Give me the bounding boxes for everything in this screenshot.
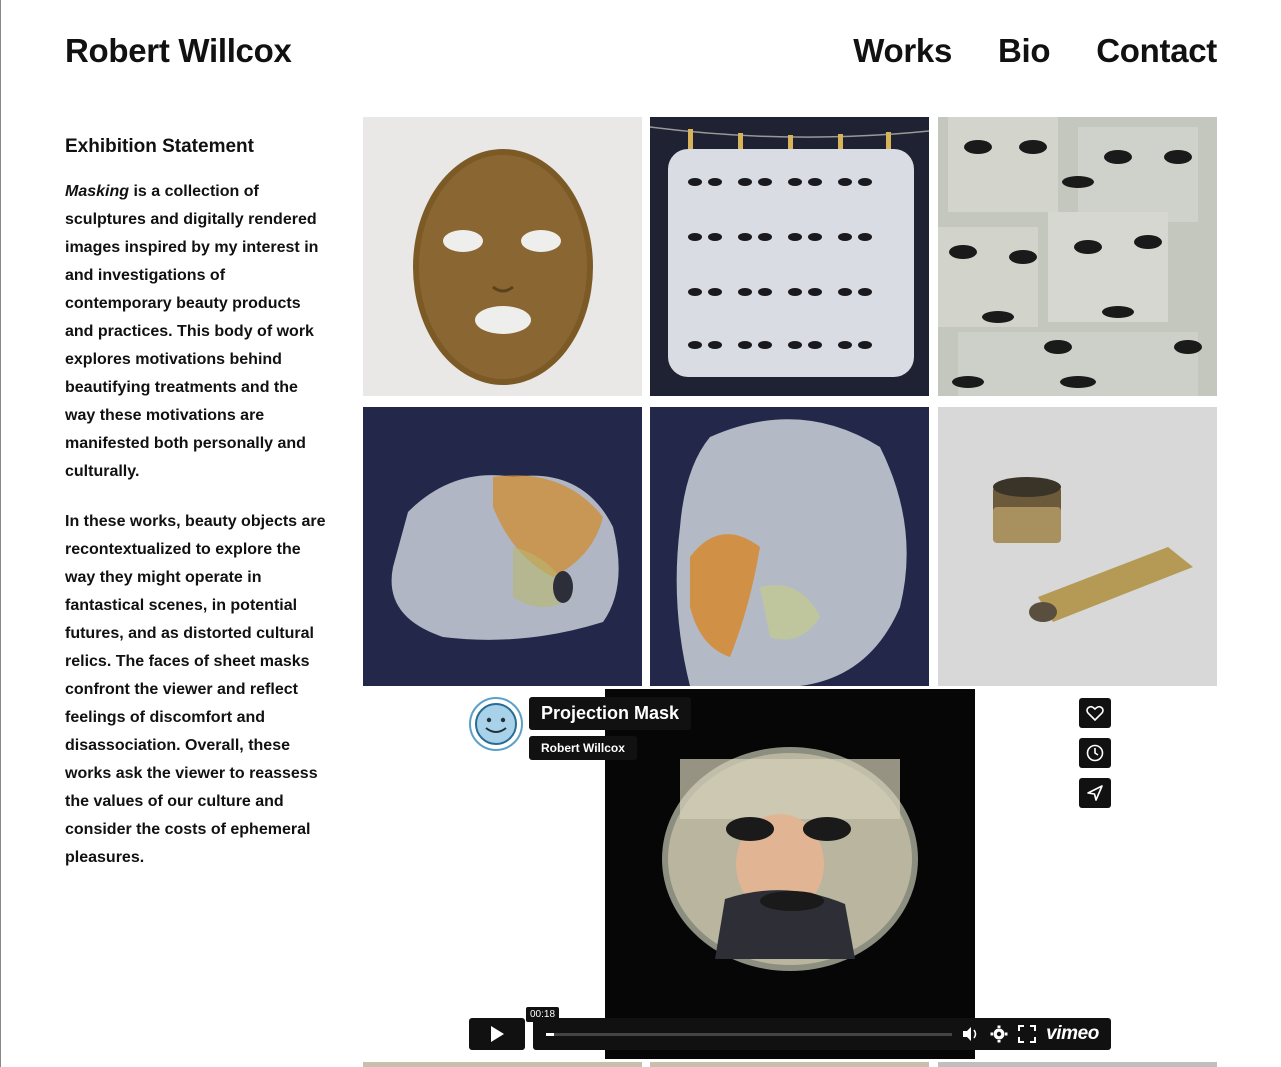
- statement-paragraph-1: Masking is a collection of sculptures an…: [65, 178, 327, 486]
- watch-later-button[interactable]: [1079, 738, 1111, 768]
- volume-icon[interactable]: [962, 1026, 980, 1042]
- send-icon: [1087, 785, 1103, 801]
- nav-bio[interactable]: Bio: [998, 32, 1051, 70]
- share-button[interactable]: [1079, 778, 1111, 808]
- nav-contact[interactable]: Contact: [1096, 32, 1217, 70]
- clock-icon: [1086, 744, 1104, 762]
- play-button[interactable]: [469, 1018, 525, 1050]
- play-icon: [491, 1026, 504, 1042]
- video-byline[interactable]: Robert Willcox: [529, 736, 637, 760]
- gallery-row-next-3: [938, 1062, 1217, 1067]
- statement-paragraph-2: In these works, beauty objects are recon…: [65, 513, 326, 866]
- settings-icon[interactable]: [990, 1025, 1008, 1043]
- gallery-image-3[interactable]: [938, 117, 1217, 396]
- control-icons: vimeo: [962, 1022, 1099, 1046]
- video-player[interactable]: Projection Mask Robert Willcox vimeo 00:…: [363, 689, 1217, 1061]
- video-title[interactable]: Projection Mask: [529, 697, 692, 730]
- gallery-row-next-1: [363, 1062, 642, 1067]
- progress-bar[interactable]: [546, 1033, 952, 1036]
- gallery-row-next-2: [650, 1062, 929, 1067]
- time-indicator: 00:18: [526, 1007, 560, 1022]
- fullscreen-icon[interactable]: [1018, 1025, 1037, 1043]
- statement-heading: Exhibition Statement: [65, 136, 254, 157]
- statement-text: Masking is a collection of sculptures an…: [65, 178, 327, 894]
- gallery-image-1[interactable]: [363, 117, 642, 396]
- vimeo-logo[interactable]: vimeo: [1046, 1023, 1099, 1045]
- page-edge: [0, 0, 1, 1067]
- statement-lead-italic: Masking: [65, 183, 130, 200]
- gallery-image-5[interactable]: [650, 407, 929, 686]
- player-controls: vimeo: [533, 1018, 1111, 1050]
- like-button[interactable]: [1079, 698, 1111, 728]
- video-frame[interactable]: [605, 689, 975, 1059]
- creator-avatar[interactable]: [469, 697, 523, 751]
- gallery-image-6[interactable]: [938, 407, 1217, 686]
- gallery-image-4[interactable]: [363, 407, 642, 686]
- site-title[interactable]: Robert Willcox: [65, 32, 292, 70]
- nav-works[interactable]: Works: [853, 32, 952, 70]
- main-nav: Works Bio Contact: [853, 32, 1217, 70]
- heart-icon: [1086, 705, 1104, 721]
- statement-paragraph-1-text: is a collection of sculptures and digita…: [65, 183, 319, 480]
- progress-fill: [546, 1033, 555, 1036]
- smiley-avatar-icon: [475, 703, 517, 745]
- gallery-image-2[interactable]: [650, 117, 929, 396]
